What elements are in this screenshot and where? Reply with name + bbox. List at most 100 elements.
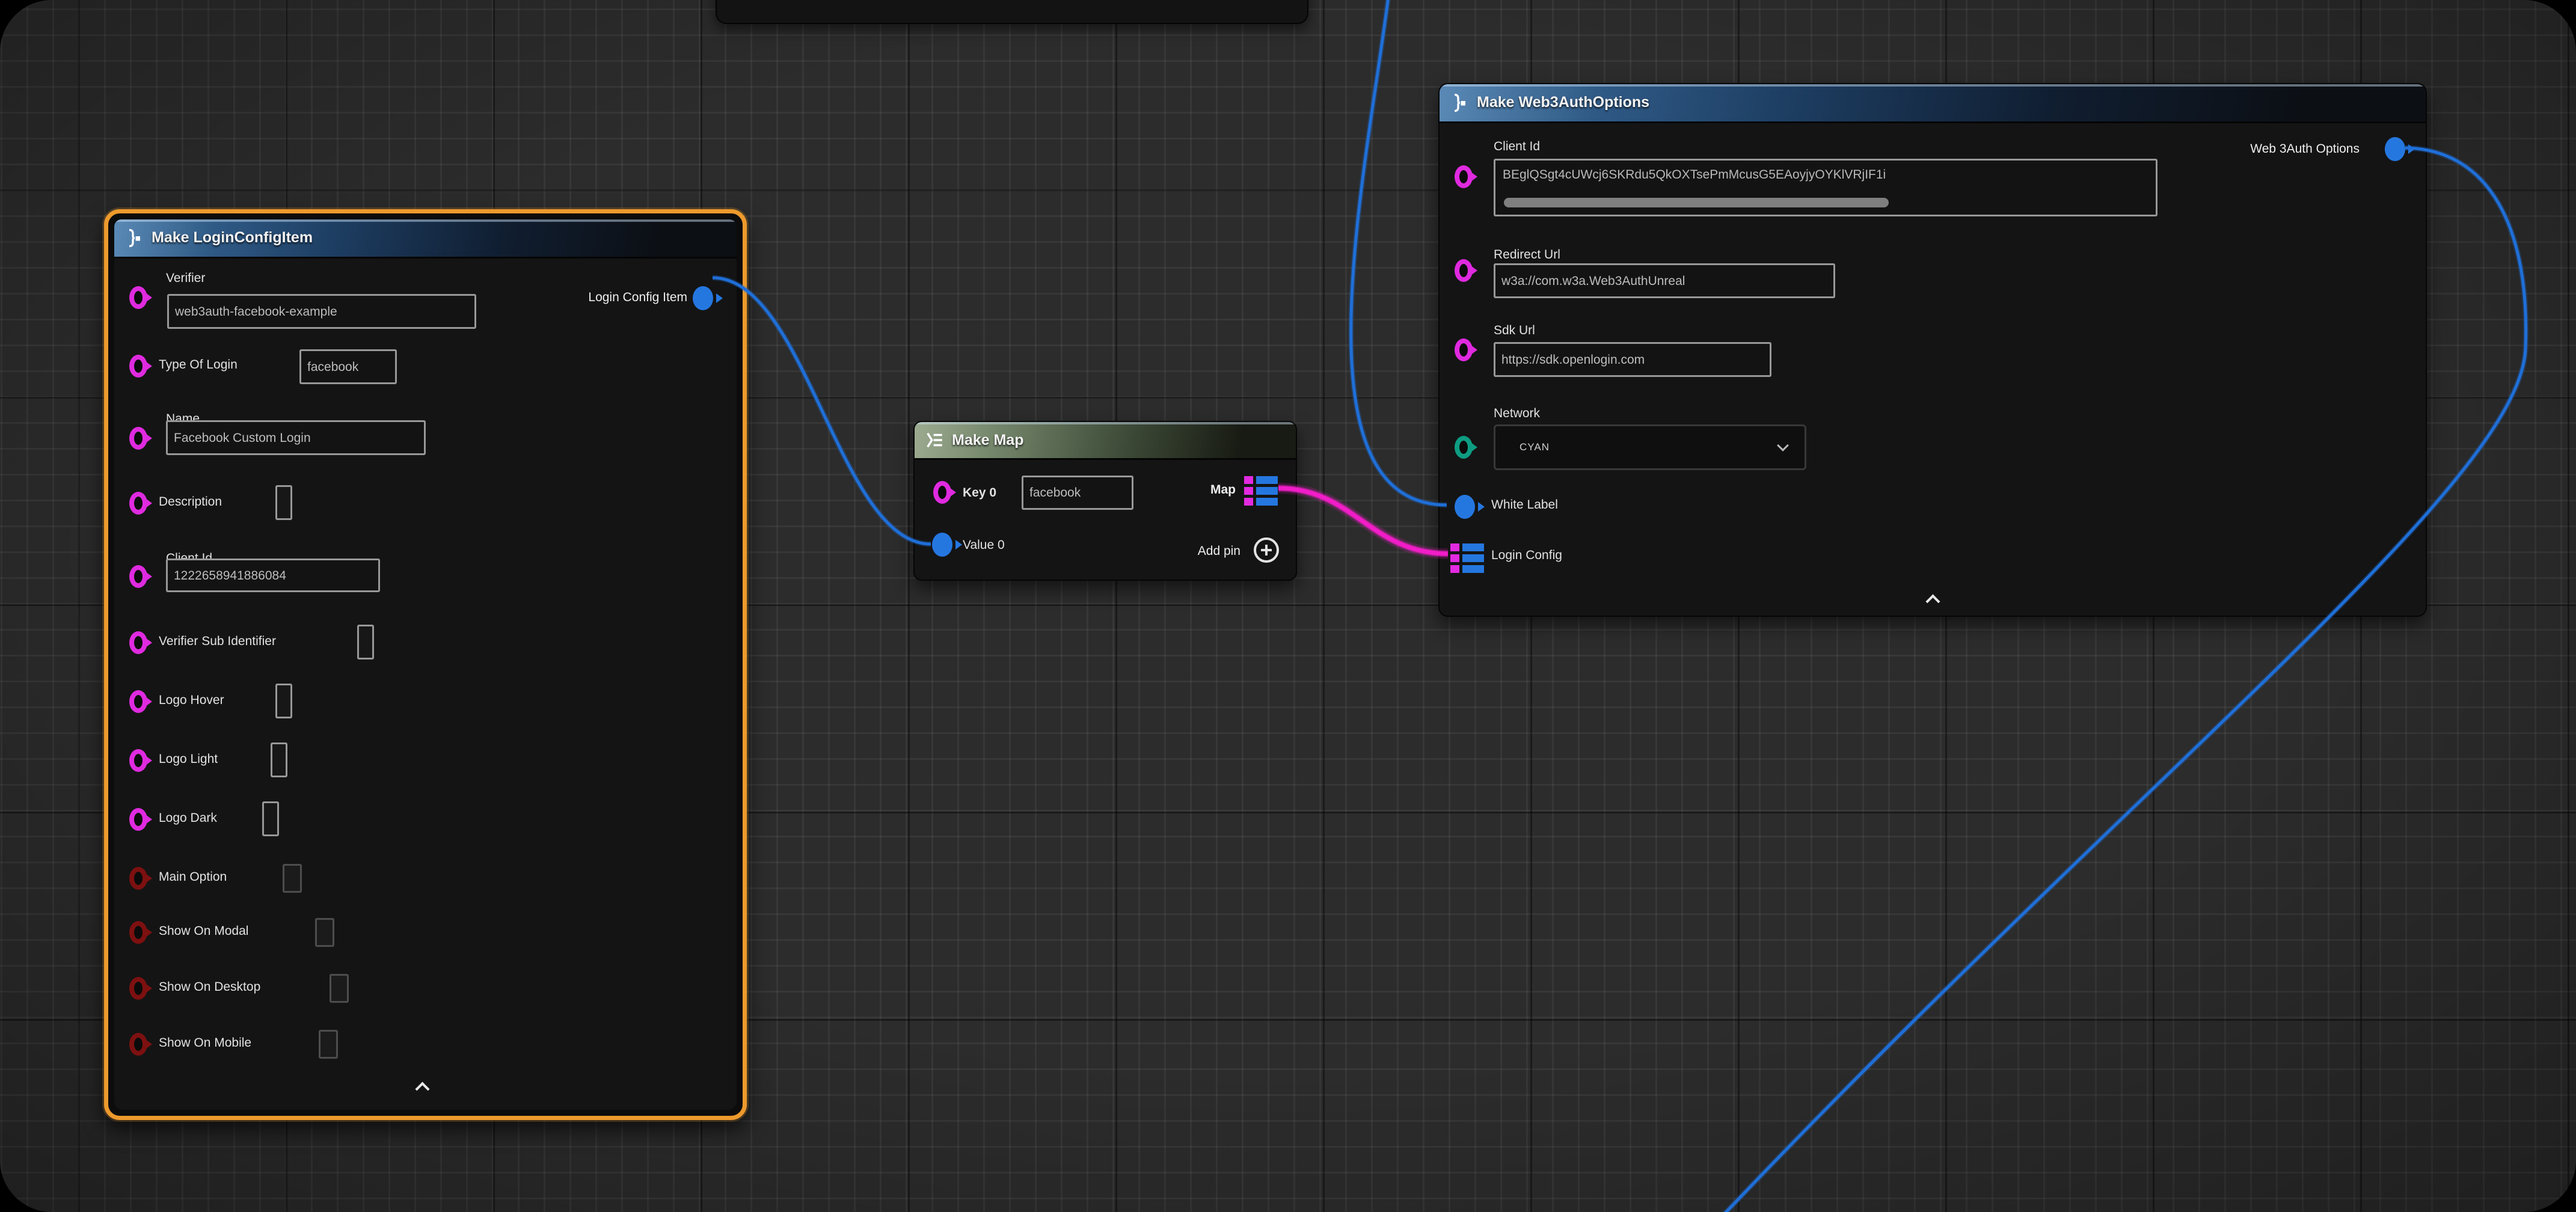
type-of-login-field[interactable]: facebook: [299, 349, 397, 384]
verifier-label: Verifier: [166, 271, 205, 286]
make-map-icon: [924, 430, 945, 450]
wire-map-to-loginconfig-glow: [1278, 488, 1448, 554]
node-header[interactable]: Make Web3AuthOptions: [1440, 84, 2426, 123]
collapse-node-icon[interactable]: [416, 1080, 429, 1094]
blueprint-canvas[interactable]: Make LoginConfigItem Verifier web3auth-fa…: [0, 0, 2576, 1212]
main-option-checkbox[interactable]: [283, 864, 302, 893]
type-of-login-pin[interactable]: [129, 355, 147, 378]
sdk-url-value: https://sdk.openlogin.com: [1501, 354, 1645, 366]
map-output-pin[interactable]: [1244, 476, 1278, 506]
map-pin-value-square: [1462, 565, 1484, 573]
web3auth-options-output-pin[interactable]: [2385, 137, 2405, 161]
logo-dark-field[interactable]: [262, 801, 279, 836]
map-pin-row: [1450, 554, 1484, 562]
node-header[interactable]: Make LoginConfigItem: [114, 219, 737, 259]
wire-map-to-loginconfig-mid: [1278, 488, 1448, 554]
map-pin-row: [1450, 565, 1484, 573]
show-on-modal-checkbox[interactable]: [315, 918, 334, 947]
show-on-desktop-label: Show On Desktop: [159, 980, 260, 994]
client-id-field[interactable]: BEglQSgt4cUWcj6SKRdu5QkOXTsePmMcusG5EAoy…: [1494, 159, 2157, 216]
client-id-pin[interactable]: [1455, 165, 1473, 188]
make-struct-icon: [124, 227, 146, 249]
client-id-value: 1222658941886084: [174, 569, 286, 582]
main-option-pin[interactable]: [129, 867, 147, 890]
verifier-field[interactable]: web3auth-facebook-example: [167, 294, 476, 329]
node-title: Make LoginConfigItem: [152, 219, 313, 256]
node-body: [114, 219, 737, 1110]
client-id-pin[interactable]: [129, 565, 147, 588]
network-pin[interactable]: [1455, 436, 1473, 459]
collapse-node-icon[interactable]: [1927, 593, 1940, 606]
login-config-label: Login Config: [1491, 548, 1562, 563]
description-label: Description: [159, 495, 222, 509]
white-label-label: White Label: [1491, 498, 1558, 512]
verifier-pin[interactable]: [129, 286, 147, 309]
node-make-web3authoptions[interactable]: Make Web3AuthOptions Client Id BEglQSgt4c…: [1438, 83, 2427, 617]
show-on-modal-pin[interactable]: [129, 921, 147, 944]
verifier-value: web3auth-facebook-example: [175, 305, 337, 318]
login-config-pin[interactable]: [1450, 543, 1484, 573]
redirect-url-label: Redirect Url: [1494, 248, 1560, 262]
client-id-field[interactable]: 1222658941886084: [166, 559, 380, 592]
network-dropdown[interactable]: CYAN: [1494, 424, 1806, 470]
logo-hover-pin[interactable]: [129, 690, 147, 713]
verifier-sub-identifier-label: Verifier Sub Identifier: [159, 634, 276, 649]
description-field[interactable]: [275, 485, 292, 520]
sdk-url-field[interactable]: https://sdk.openlogin.com: [1494, 342, 1771, 377]
add-pin-icon[interactable]: [1254, 537, 1279, 563]
logo-light-label: Logo Light: [159, 752, 218, 767]
name-field[interactable]: Facebook Custom Login: [166, 420, 426, 455]
key0-field[interactable]: facebook: [1022, 476, 1133, 510]
client-id-label: Client Id: [1494, 139, 1540, 154]
offscreen-node-stub[interactable]: [716, 0, 1308, 24]
wire-top-to-whitelabel-glow: [1351, 0, 1447, 505]
wire-top-to-whitelabel: [1351, 0, 1447, 505]
verifier-sub-identifier-pin[interactable]: [129, 631, 147, 654]
verifier-sub-identifier-field[interactable]: [357, 625, 374, 660]
value0-pin[interactable]: [932, 533, 952, 557]
node-header[interactable]: Make Map: [915, 422, 1296, 460]
logo-light-pin[interactable]: [129, 749, 147, 772]
make-struct-icon: [1449, 92, 1471, 114]
login-config-item-output-pin[interactable]: [693, 286, 713, 310]
client-id-field-scrollbar[interactable]: [1504, 198, 1889, 207]
white-label-pin[interactable]: [1455, 495, 1475, 519]
show-on-desktop-pin[interactable]: [129, 977, 147, 1000]
map-output-label: Map: [1210, 483, 1236, 497]
show-on-mobile-label: Show On Mobile: [159, 1036, 251, 1050]
redirect-url-field[interactable]: w3a://com.w3a.Web3AuthUnreal: [1494, 263, 1835, 298]
wire-map-to-loginconfig: [1278, 488, 1448, 554]
client-id-value: BEglQSgt4cUWcj6SKRdu5QkOXTsePmMcusG5EAoy…: [1503, 168, 2150, 182]
map-pin-row: [1450, 543, 1484, 551]
redirect-url-value: w3a://com.w3a.Web3AuthUnreal: [1501, 275, 1685, 287]
map-pin-value-square: [1462, 543, 1484, 551]
name-value: Facebook Custom Login: [174, 432, 311, 444]
key0-pin[interactable]: [933, 481, 951, 504]
show-on-desktop-checkbox[interactable]: [330, 974, 349, 1003]
main-option-label: Main Option: [159, 870, 227, 884]
show-on-mobile-pin[interactable]: [129, 1033, 147, 1056]
sdk-url-pin[interactable]: [1455, 338, 1473, 361]
logo-hover-field[interactable]: [275, 684, 292, 718]
redirect-url-pin[interactable]: [1455, 259, 1473, 282]
logo-hover-label: Logo Hover: [159, 693, 224, 708]
add-pin-label: Add pin: [1198, 544, 1240, 559]
output-pin-label: Web 3Auth Options: [2250, 142, 2360, 156]
logo-light-field[interactable]: [271, 742, 287, 777]
name-pin[interactable]: [129, 427, 147, 450]
logo-dark-label: Logo Dark: [159, 811, 217, 825]
node-title: Make Web3AuthOptions: [1477, 84, 1649, 120]
key0-label: Key 0: [963, 486, 996, 500]
logo-dark-pin[interactable]: [129, 808, 147, 831]
node-make-loginconfigitem[interactable]: Make LoginConfigItem Verifier web3auth-fa…: [104, 209, 747, 1120]
chevron-down-icon: [1778, 441, 1788, 451]
key0-value: facebook: [1029, 486, 1081, 499]
show-on-modal-label: Show On Modal: [159, 924, 248, 938]
node-make-map[interactable]: Make Map Key 0 facebook Map Value 0 Add …: [913, 421, 1297, 581]
show-on-mobile-checkbox[interactable]: [319, 1030, 338, 1059]
map-pin-key-square: [1450, 565, 1459, 573]
description-pin[interactable]: [129, 492, 147, 515]
value0-label: Value 0: [963, 538, 1005, 552]
network-selected-value: CYAN: [1520, 441, 1550, 453]
type-of-login-label: Type Of Login: [159, 358, 238, 372]
